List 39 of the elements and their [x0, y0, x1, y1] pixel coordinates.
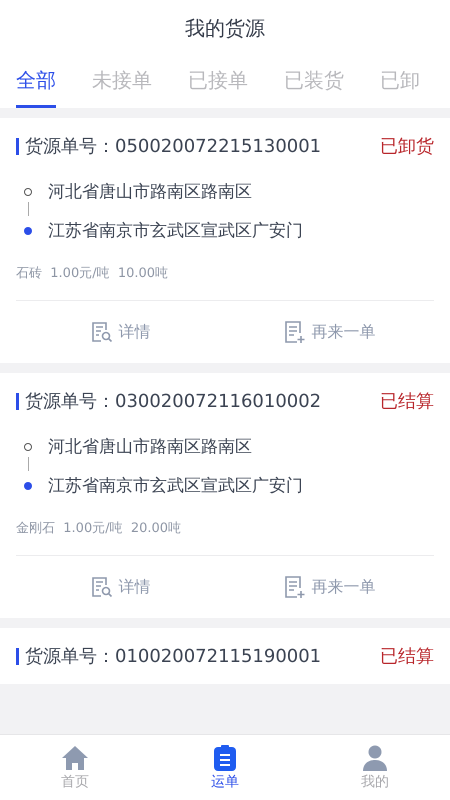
accent-bar	[16, 392, 19, 410]
address-text: 江苏省南京市玄武区宣武区广安门	[48, 475, 303, 497]
address-text: 河北省唐山市路南区路南区	[48, 436, 252, 458]
dot-icon	[24, 482, 32, 490]
goods-info: 石砖 1.00元/吨 10.00吨	[16, 266, 168, 281]
ring-icon	[24, 188, 32, 196]
address-text: 江苏省南京市玄武区宣武区广安门	[48, 220, 303, 242]
nav-tab[interactable]: 运单	[150, 735, 300, 800]
detail-button[interactable]: 详情	[16, 301, 225, 363]
document-search-icon	[90, 321, 112, 343]
nav-tab[interactable]: 我的	[300, 735, 450, 800]
status-tab[interactable]: 未接单	[92, 56, 152, 108]
order-status: 已结算	[380, 645, 434, 668]
order-number: 货源单号：030020072116010002	[25, 390, 322, 413]
accent-bar	[16, 138, 19, 154]
ring-icon	[24, 442, 32, 450]
status-tab[interactable]: 已装货	[284, 56, 344, 108]
reorder-button[interactable]: 再来一单	[225, 556, 434, 618]
order-number: 货源单号：010020072115190001	[25, 645, 322, 668]
status-tab[interactable]: 已卸	[380, 56, 420, 108]
accent-bar	[16, 648, 19, 664]
reorder-button[interactable]: 再来一单	[225, 301, 434, 363]
home-icon	[61, 744, 89, 770]
status-tab[interactable]: 已接单	[188, 56, 248, 108]
dot-icon	[24, 226, 32, 234]
person-icon	[362, 744, 388, 770]
status-tab[interactable]: 全部	[16, 56, 56, 108]
order-status: 已卸货	[380, 135, 434, 158]
clipboard-icon	[213, 744, 237, 770]
document-plus-icon	[284, 320, 306, 344]
order-number: 货源单号：050020072215130001	[25, 135, 322, 158]
goods-info: 金刚石 1.00元/吨 20.00吨	[16, 521, 182, 536]
page-title: 我的货源	[185, 14, 265, 42]
detail-button[interactable]: 详情	[16, 556, 225, 618]
address-text: 河北省唐山市路南区路南区	[48, 181, 252, 203]
order-status: 已结算	[380, 390, 434, 413]
document-plus-icon	[284, 575, 306, 599]
nav-tab[interactable]: 首页	[0, 735, 150, 800]
document-search-icon	[90, 576, 112, 598]
